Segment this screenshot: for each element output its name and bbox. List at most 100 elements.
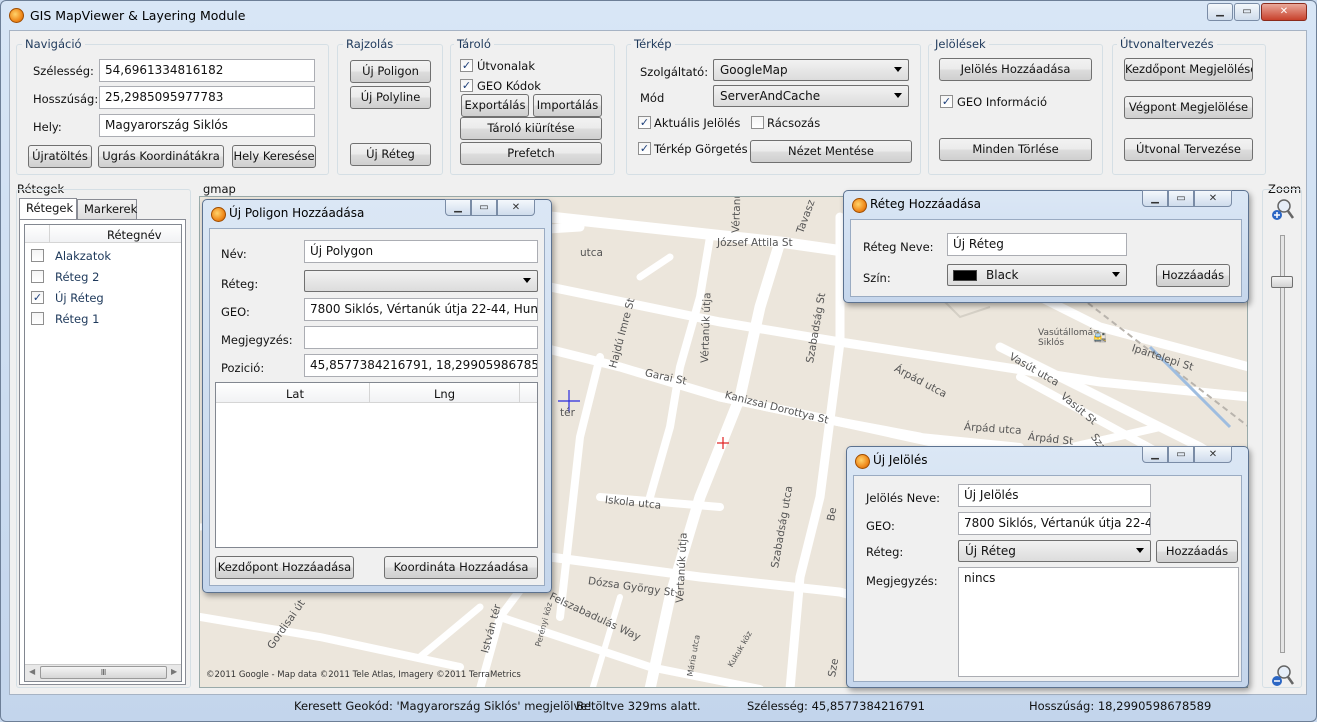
provider-select[interactable]: GoogleMap [713,59,909,81]
save-view-button[interactable]: Nézet Mentése [750,140,912,163]
add-marker-button[interactable]: Jelölés Hozzáadása [939,58,1092,81]
polygon-name-input[interactable]: Új Polygon [304,240,538,263]
layer-name-label: Réteg Neve: [863,240,934,254]
longitude-input[interactable]: 25,2985095977783 [99,86,315,109]
draw-group-label: Rajzolás [343,37,397,51]
marker-name-input[interactable]: Új Jelölés [958,484,1151,507]
place-input[interactable]: Magyarország Siklós [99,114,315,137]
clear-all-button[interactable]: Minden Törlése [939,138,1092,161]
maximize-button[interactable]: ▭ [1168,446,1194,463]
new-polygon-button[interactable]: Új Poligon [350,60,431,83]
add-coordinate-button[interactable]: Koordináta Hozzáadása [384,556,538,579]
layer-color-select[interactable]: Black [947,264,1127,286]
list-item[interactable]: Réteg 1 [55,312,99,326]
geocodes-checkbox[interactable]: ✓ [460,79,473,92]
maximize-button[interactable]: ▭ [1168,190,1194,207]
title-bar: GIS MapViewer & Layering Module ▁ ▭ ✕ [0,0,1317,30]
lng-column-header[interactable]: Lng [434,387,455,401]
minimize-button[interactable]: ▁ [1142,190,1168,207]
maximize-button[interactable]: ▭ [471,199,497,216]
prefetch-button[interactable]: Prefetch [460,142,602,165]
layer-checkbox-reteg-1[interactable] [31,312,44,325]
list-item[interactable]: Réteg 2 [55,270,99,284]
map-street-label: Vértanúk [730,196,744,234]
status-geocode: Keresett Geokód: 'Magyarország Siklós' m… [294,699,592,713]
map-settings-group-label: Térkép [631,37,675,51]
chevron-down-icon [1112,272,1120,277]
minimize-button[interactable]: ▁ [1142,446,1168,463]
latitude-label: Szélesség: [33,64,94,78]
grid-checkbox[interactable] [751,116,764,129]
zoom-slider-thumb[interactable] [1271,276,1293,288]
status-latitude: Szélesség: 45,8577384216791 [747,699,925,713]
plan-route-button[interactable]: Útvonal Tervezése [1124,138,1253,161]
scroll-left-icon[interactable]: ◀ [29,667,35,676]
set-start-point-button[interactable]: Kezdőpont Megjelölése [1124,58,1253,81]
routes-checkbox[interactable]: ✓ [460,59,473,72]
export-button[interactable]: Exportálás [461,94,529,117]
chevron-down-icon [894,67,902,72]
scroll-right-icon[interactable]: ▶ [171,667,177,676]
geo-info-checkbox[interactable]: ✓ [940,95,953,108]
scroll-thumb[interactable]: Ⅲ [40,666,167,679]
app-icon [211,207,226,222]
layer-checkbox-reteg-2[interactable] [31,270,44,283]
tab-layers[interactable]: Rétegek [19,198,77,220]
add-start-point-button[interactable]: Kezdőpont Hozzáadása [215,556,354,579]
current-marker-checkbox[interactable]: ✓ [638,116,651,129]
mode-label: Mód [640,91,665,105]
add-marker-dialog-button[interactable]: Hozzáadás [1156,540,1238,563]
reload-button[interactable]: Újratöltés [28,145,92,168]
latitude-input[interactable]: 54,6961334816182 [99,59,315,82]
jump-to-coordinates-button[interactable]: Ugrás Koordinátákra [98,145,224,168]
mode-select[interactable]: ServerAndCache [713,85,909,107]
zoom-slider-track[interactable] [1280,235,1285,653]
coordinates-table [215,382,538,548]
new-layer-button[interactable]: Új Réteg [350,143,431,166]
note-label: Megjegyzés: [221,333,293,347]
marker-layer-select[interactable]: Új Réteg [958,540,1151,562]
import-button[interactable]: Importálás [533,94,602,117]
map-street-label: tér [560,407,575,419]
close-button[interactable]: ✕ [497,199,535,216]
layer-checkbox-alakzatok[interactable] [31,249,44,262]
polygon-position-input[interactable]: 45,8577384216791, 18,2990598678589 [304,354,538,377]
tab-markers[interactable]: Markerek [77,199,137,219]
chevron-down-icon [894,93,902,98]
route-planning-group-label: Útvonaltervezés [1117,37,1217,51]
polygon-note-input[interactable] [304,326,538,349]
set-end-point-button[interactable]: Végpont Megjelölése [1124,96,1253,119]
marker-geo-input[interactable]: 7800 Siklós, Vértanúk útja 22-44, [958,512,1151,535]
search-place-button[interactable]: Hely Keresése [232,145,316,168]
polygon-geo-input[interactable]: 7800 Siklós, Vértanúk útja 22-44, Hungar… [304,298,538,321]
close-button[interactable]: ✕ [1194,190,1232,207]
close-button[interactable]: ✕ [1261,3,1307,21]
map-street-label: utca [580,247,603,259]
drag-map-checkbox[interactable]: ✓ [638,142,651,155]
minimize-button[interactable]: ▁ [1207,3,1233,21]
polygon-layer-select[interactable] [304,270,538,292]
mode-value: ServerAndCache [720,89,821,103]
add-layer-button[interactable]: Hozzáadás [1156,264,1230,287]
coordinates-table-header [216,383,537,403]
zoom-in-icon[interactable] [1270,196,1296,222]
marker-note-textarea[interactable]: nincs [958,567,1239,677]
layer-checkbox-uj-reteg[interactable]: ✓ [31,291,44,304]
lat-column-header[interactable]: Lat [286,387,304,401]
new-polyline-button[interactable]: Új Polyline [350,86,431,109]
layer-name-column-header[interactable]: Rétegnév [107,228,162,242]
provider-label: Szolgáltató: [640,65,709,79]
zoom-out-icon[interactable] [1270,662,1296,688]
drag-map-label: Térkép Görgetés [654,142,748,156]
close-button[interactable]: ✕ [1194,446,1232,463]
layer-color-value: Black [986,268,1019,282]
minimize-button[interactable]: ▁ [445,199,471,216]
clear-store-button[interactable]: Tároló kiürítése [460,117,602,140]
list-item[interactable]: Új Réteg [55,291,104,305]
maximize-button[interactable]: ▭ [1234,3,1260,21]
position-label: Pozició: [221,361,265,375]
layer-name-input[interactable]: Új Réteg [947,233,1127,256]
list-item[interactable]: Alakzatok [55,249,111,263]
layer-label: Réteg: [221,277,259,291]
marker-layer-label: Réteg: [866,545,904,559]
